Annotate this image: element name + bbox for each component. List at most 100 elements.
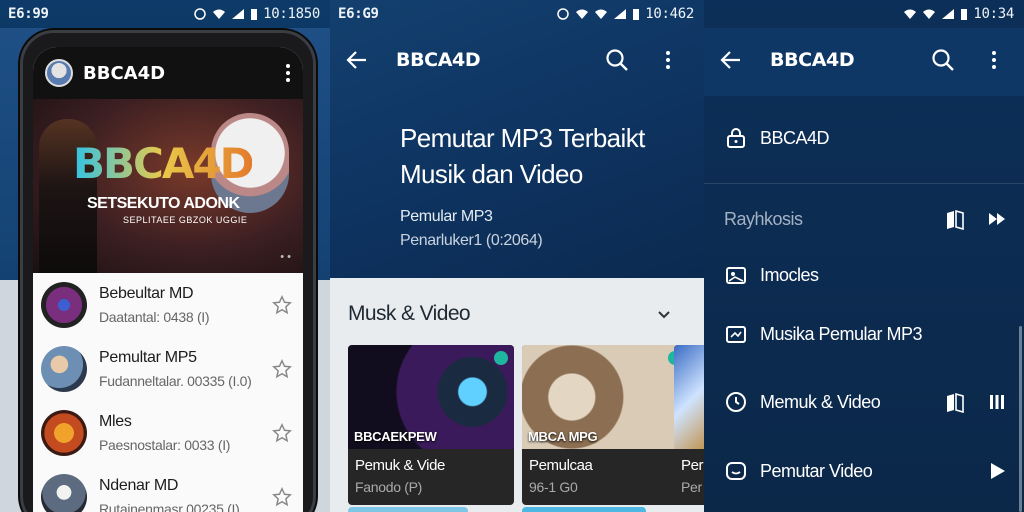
track-meta: Paesnostalar: 0033 (I) bbox=[99, 437, 231, 453]
wifi-icon bbox=[904, 9, 917, 19]
star-icon[interactable] bbox=[271, 486, 293, 508]
status-bar: E6:99 10:1850 bbox=[0, 0, 330, 28]
status-time: E6:99 bbox=[8, 6, 49, 22]
menu-item-label: Pemutar Video bbox=[760, 460, 873, 481]
phone-device: BBCA4D BBCA4D SETSEKUTO ADONK SEPLITAEE … bbox=[20, 30, 316, 512]
card-strip bbox=[522, 507, 646, 512]
app-subtitle: Pemular MP3 bbox=[400, 208, 493, 225]
menu-item-rayhkosis[interactable]: Rayhkosis bbox=[724, 201, 1008, 237]
scrollbar[interactable] bbox=[1019, 326, 1022, 512]
signal-icon bbox=[942, 9, 955, 19]
alarm-icon bbox=[557, 8, 569, 20]
battery-icon bbox=[251, 9, 258, 20]
list-item[interactable]: Ndenar MD Rutainenmasr 00235 (I) bbox=[33, 465, 303, 512]
status-time: E6:G9 bbox=[338, 6, 379, 22]
battery-icon bbox=[961, 9, 968, 20]
more-vert-icon[interactable] bbox=[990, 49, 998, 71]
battery-icon bbox=[633, 9, 640, 20]
phone-app-title: BBCA4D bbox=[83, 62, 166, 84]
detail-panel: E6:G9 10:462 BBCA4D Pemutar MP3 Terbaikt… bbox=[330, 0, 704, 512]
search-icon[interactable] bbox=[604, 47, 630, 73]
menu-item-label: Rayhkosis bbox=[724, 208, 803, 229]
status-clock: 10:462 bbox=[645, 6, 694, 22]
media-card[interactable]: Per Per bbox=[674, 345, 704, 505]
track-thumbnail bbox=[41, 474, 87, 512]
track-name: Ndenar MD bbox=[99, 477, 179, 494]
card-strip bbox=[348, 507, 468, 512]
wifi-icon bbox=[595, 9, 608, 19]
promo-banner[interactable]: BBCA4D SETSEKUTO ADONK SEPLITAEE GBZOK U… bbox=[33, 99, 303, 273]
status-right: 10:34 bbox=[903, 6, 1014, 22]
detail-app-title: BBCA4D bbox=[396, 49, 481, 71]
card-title: Pemuk & Vide bbox=[355, 457, 445, 474]
list-item[interactable]: Mles Paesnostalar: 0033 (I) bbox=[33, 401, 303, 465]
signal-icon bbox=[614, 9, 627, 19]
card-meta: Per bbox=[681, 479, 702, 495]
phone-app-header: BBCA4D bbox=[33, 47, 303, 99]
wifi-icon bbox=[923, 9, 936, 19]
back-arrow-icon[interactable] bbox=[344, 47, 370, 73]
card-meta: Fanodo (P) bbox=[355, 479, 423, 495]
wifi-icon bbox=[213, 9, 226, 19]
status-right: 10:462 bbox=[556, 6, 694, 22]
more-vert-icon[interactable] bbox=[664, 49, 672, 71]
track-meta: Rutainenmasr 00235 (I) bbox=[99, 501, 240, 512]
menu-item-images[interactable]: Imocles bbox=[724, 257, 1008, 293]
track-meta: Daatantal: 0438 (I) bbox=[99, 309, 210, 325]
status-clock: 10:1850 bbox=[263, 6, 320, 22]
track-list: Bebeultar MD Daatantal: 0438 (I) Pemultar… bbox=[33, 273, 303, 512]
card-image bbox=[674, 345, 704, 449]
back-arrow-icon[interactable] bbox=[718, 47, 744, 73]
card-meta: 96-1 G0 bbox=[529, 479, 578, 495]
alarm-icon bbox=[194, 8, 206, 20]
new-badge bbox=[494, 351, 508, 365]
track-name: Mles bbox=[99, 413, 132, 430]
status-bar: E6:G9 10:462 bbox=[330, 0, 704, 28]
star-icon[interactable] bbox=[271, 422, 293, 444]
track-thumbnail bbox=[41, 346, 87, 392]
more-vert-icon[interactable] bbox=[285, 63, 291, 83]
media-card[interactable]: BBCAEKPEW Pemuk & Vide Fanodo (P) bbox=[348, 345, 514, 505]
play-icon[interactable] bbox=[986, 460, 1008, 482]
menu-panel: 10:34 BBCA4D BBCA4D Rayhkosis Imocles Mu… bbox=[704, 0, 1024, 512]
menu-item-music-video[interactable]: Memuk & Video bbox=[724, 384, 1008, 420]
book-icon[interactable] bbox=[944, 391, 966, 413]
page-title: Pemutar MP3 Terbaikt Musik dan Video bbox=[400, 123, 645, 189]
menu-item-mp3[interactable]: Musika Pemular MP3 bbox=[724, 316, 1008, 352]
track-name: Bebeultar MD bbox=[99, 285, 194, 302]
card-title: Per bbox=[681, 457, 704, 474]
avatar[interactable] bbox=[45, 59, 73, 87]
menu-item-label: Imocles bbox=[760, 264, 819, 285]
star-icon[interactable] bbox=[271, 294, 293, 316]
image-icon bbox=[726, 267, 746, 284]
book-icon[interactable] bbox=[944, 208, 966, 230]
menu-item-video-player[interactable]: Pemutar Video bbox=[724, 453, 1008, 489]
menu-item-label: Memuk & Video bbox=[760, 391, 881, 412]
phone-screen: BBCA4D BBCA4D SETSEKUTO ADONK SEPLITAEE … bbox=[33, 47, 303, 512]
card-title: Pemulcaa bbox=[529, 457, 593, 474]
fast-forward-icon[interactable] bbox=[986, 208, 1008, 230]
menu-app-bar: BBCA4D bbox=[704, 40, 1024, 80]
pause-icon[interactable] bbox=[986, 391, 1008, 413]
banner-subtitle: SETSEKUTO ADONK bbox=[87, 195, 240, 212]
list-item[interactable]: Bebeultar MD Daatantal: 0438 (I) bbox=[33, 273, 303, 337]
search-icon[interactable] bbox=[930, 47, 956, 73]
list-item[interactable]: Pemultar MP5 Fudanneltalar. 00335 (I.0) bbox=[33, 337, 303, 401]
status-clock: 10:34 bbox=[973, 6, 1014, 22]
status-bar: 10:34 bbox=[704, 0, 1024, 28]
clock-icon bbox=[726, 392, 746, 412]
media-card[interactable]: MBCA MPG Pemulcaa 96-1 G0 bbox=[522, 345, 688, 505]
signal-icon bbox=[232, 9, 245, 19]
section-title[interactable]: Musk & Video bbox=[348, 302, 471, 326]
banner-page-dots: • • bbox=[280, 251, 291, 263]
chevron-down-icon[interactable] bbox=[656, 308, 672, 322]
video-icon bbox=[726, 326, 746, 343]
menu-app-title: BBCA4D bbox=[770, 49, 855, 71]
lock-icon bbox=[727, 128, 745, 148]
menu-item-account[interactable]: BBCA4D bbox=[724, 120, 1008, 156]
wifi-icon bbox=[576, 9, 589, 19]
menu-item-label: Musika Pemular MP3 bbox=[760, 323, 923, 344]
menu-item-label: BBCA4D bbox=[760, 127, 830, 148]
star-icon[interactable] bbox=[271, 358, 293, 380]
card-caption: BBCAEKPEW bbox=[354, 429, 437, 444]
